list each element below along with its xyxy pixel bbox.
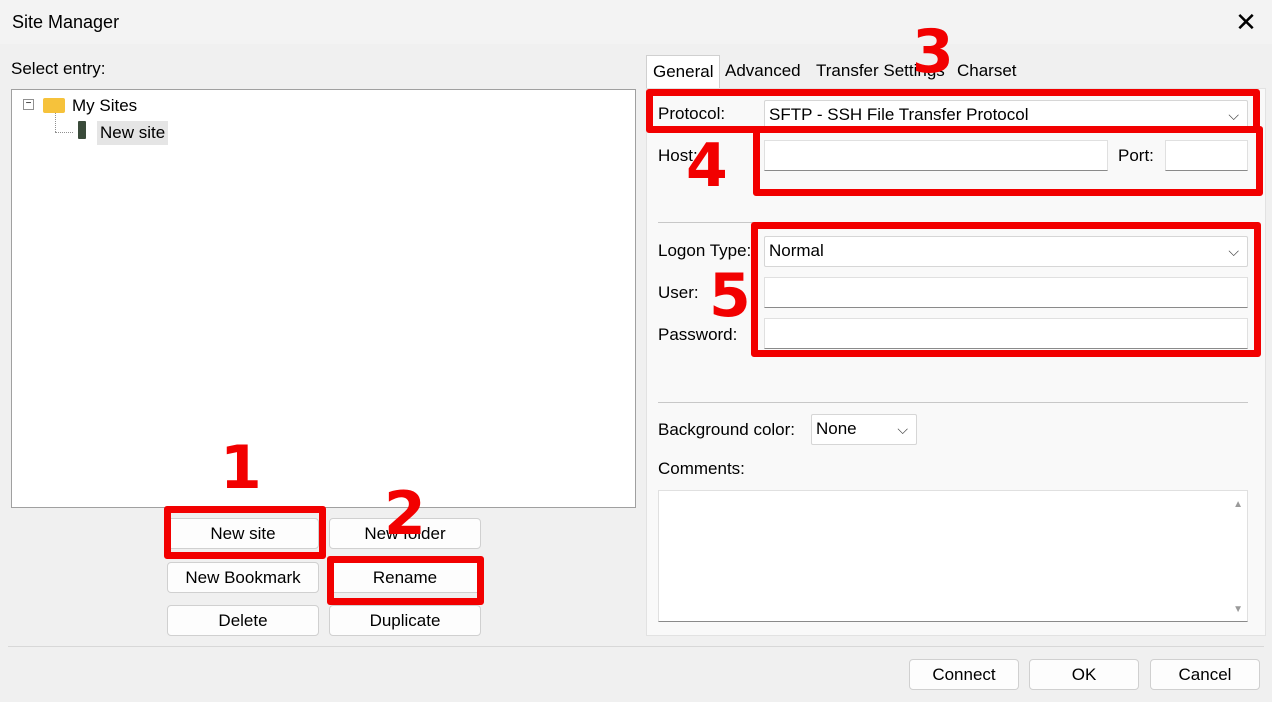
rename-button[interactable]: Rename	[329, 562, 481, 593]
site-tree[interactable]: − My Sites New site	[11, 89, 636, 508]
annotation-2: 2	[384, 479, 426, 549]
background-color-select[interactable]: None ⌵	[811, 414, 917, 445]
chevron-down-icon: ⌵	[1228, 107, 1239, 123]
annotation-1: 1	[220, 433, 262, 503]
user-input[interactable]	[764, 277, 1248, 308]
tree-item-my-sites[interactable]: My Sites	[72, 96, 137, 116]
password-input[interactable]	[764, 318, 1248, 349]
scroll-up-icon[interactable]: ▲	[1233, 499, 1243, 510]
chevron-down-icon: ⌵	[1228, 243, 1239, 259]
annotation-3: 3	[912, 17, 954, 87]
cancel-button[interactable]: Cancel	[1150, 659, 1260, 690]
new-site-button[interactable]: New site	[167, 518, 319, 549]
server-icon	[78, 121, 86, 139]
logon-type-select[interactable]: Normal ⌵	[764, 236, 1248, 267]
select-entry-label: Select entry:	[11, 59, 106, 78]
collapse-icon[interactable]: −	[23, 99, 34, 110]
user-label: User:	[658, 283, 699, 302]
folder-icon	[43, 98, 65, 113]
duplicate-button[interactable]: Duplicate	[329, 605, 481, 636]
background-color-value: None	[816, 419, 857, 438]
tree-connector-h	[55, 132, 73, 133]
tab-charset[interactable]: Charset	[951, 55, 1023, 87]
logon-type-label: Logon Type:	[658, 241, 752, 260]
window-title: Site Manager	[12, 12, 120, 32]
connect-button[interactable]: Connect	[909, 659, 1019, 690]
title-bar	[0, 0, 1272, 44]
port-label: Port:	[1118, 146, 1154, 165]
footer-divider	[8, 646, 1264, 647]
ok-button[interactable]: OK	[1029, 659, 1139, 690]
chevron-down-icon: ⌵	[897, 421, 908, 437]
tree-item-new-site[interactable]: New site	[97, 121, 169, 145]
divider	[658, 222, 1248, 223]
divider	[658, 402, 1248, 403]
tab-general[interactable]: General	[646, 55, 721, 88]
protocol-select[interactable]: SFTP - SSH File Transfer Protocol ⌵	[764, 100, 1248, 130]
annotation-5: 5	[709, 261, 751, 331]
background-color-label: Background color:	[658, 420, 796, 439]
close-icon[interactable]: ✕	[1232, 6, 1260, 38]
scroll-down-icon[interactable]: ▼	[1233, 604, 1243, 615]
tab-advanced[interactable]: Advanced	[719, 55, 807, 87]
protocol-value: SFTP - SSH File Transfer Protocol	[769, 105, 1029, 124]
host-input[interactable]	[764, 140, 1108, 171]
logon-type-value: Normal	[769, 241, 824, 260]
new-bookmark-button[interactable]: New Bookmark	[167, 562, 319, 593]
delete-button[interactable]: Delete	[167, 605, 319, 636]
protocol-label: Protocol:	[658, 104, 726, 123]
port-input[interactable]	[1165, 140, 1248, 171]
tree-connector	[55, 113, 56, 132]
comments-textarea[interactable]: ▲ ▼	[658, 490, 1248, 622]
annotation-4: 4	[686, 131, 728, 201]
comments-label: Comments:	[658, 459, 745, 478]
